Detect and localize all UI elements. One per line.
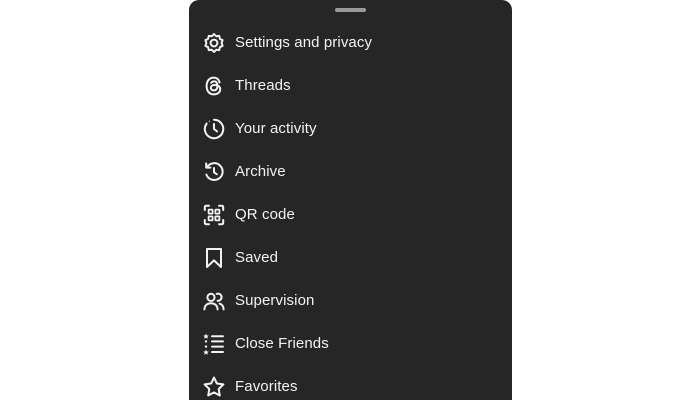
menu-item-qr-code[interactable]: QR code — [189, 193, 512, 236]
menu-item-label: Close Friends — [235, 335, 329, 352]
menu-item-label: Favorites — [235, 378, 298, 395]
supervision-people-icon — [201, 288, 227, 314]
settings-gear-icon — [201, 30, 227, 56]
menu-item-label: Settings and privacy — [235, 34, 373, 51]
menu-item-settings-and-privacy[interactable]: Settings and privacy — [189, 21, 512, 64]
menu-item-your-activity[interactable]: Your activity — [189, 107, 512, 150]
menu-item-archive[interactable]: Archive — [189, 150, 512, 193]
menu-item-close-friends[interactable]: Close Friends — [189, 322, 512, 365]
menu-item-favorites[interactable]: Favorites — [189, 365, 512, 400]
menu-item-label: Threads — [235, 77, 291, 94]
menu-item-label: Archive — [235, 163, 286, 180]
menu-item-label: Saved — [235, 249, 279, 266]
menu-item-supervision[interactable]: Supervision — [189, 279, 512, 322]
menu-item-label: QR code — [235, 206, 295, 223]
menu-item-saved[interactable]: Saved — [189, 236, 512, 279]
archive-history-icon — [201, 159, 227, 185]
bottom-sheet-menu: Settings and privacy Threads Your activi… — [189, 0, 512, 400]
menu-item-label: Your activity — [235, 120, 317, 137]
star-icon — [201, 374, 227, 400]
threads-icon — [201, 73, 227, 99]
menu-item-threads[interactable]: Threads — [189, 64, 512, 107]
drag-handle[interactable] — [335, 8, 366, 12]
profile-options-list: Settings and privacy Threads Your activi… — [189, 21, 512, 400]
qr-code-icon — [201, 202, 227, 228]
activity-clock-icon — [201, 116, 227, 142]
menu-item-label: Supervision — [235, 292, 315, 309]
bookmark-icon — [201, 245, 227, 271]
close-friends-list-icon — [201, 331, 227, 357]
